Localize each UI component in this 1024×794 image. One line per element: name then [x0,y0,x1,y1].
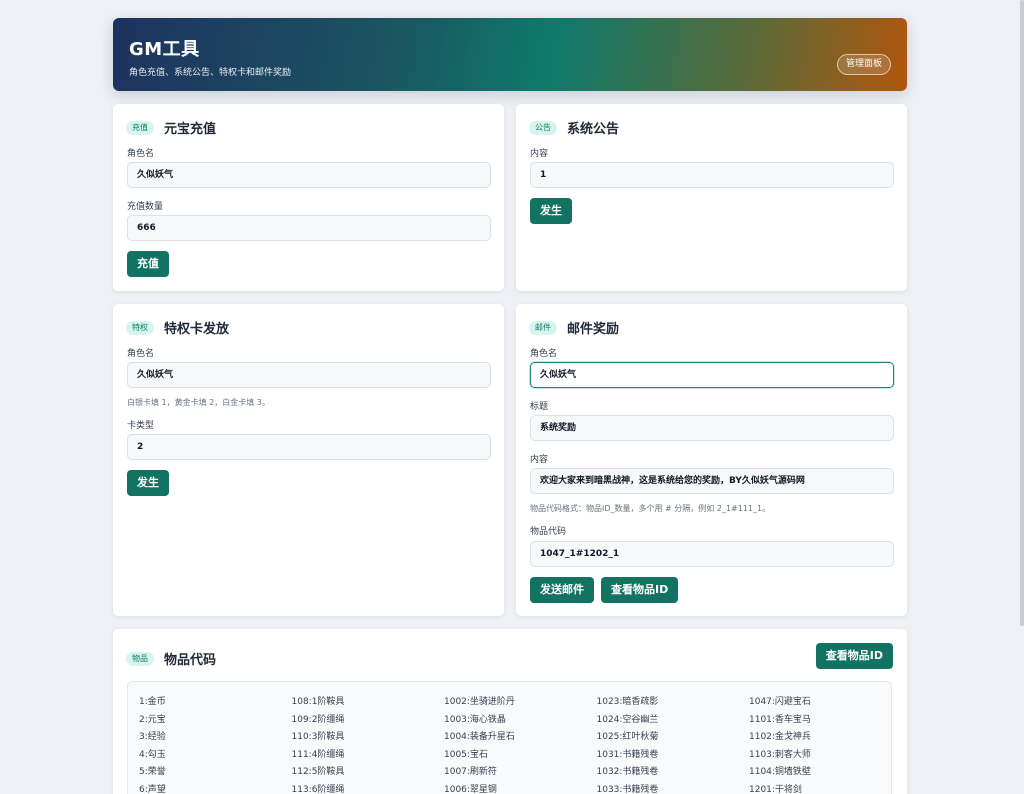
item-code-entry: 4:勾玉 [139,749,166,760]
item-code-entry: 1007:刷新符 [444,767,497,777]
item-code-entry: 1033:书籍残卷 [596,784,659,794]
item-code-entry: 109:2阶缰绳 [291,714,345,725]
item-code-entry: 1102:金戈神兵 [749,732,811,742]
item-code-column: 108:1阶鞍具 109:2阶缰绳 110:3阶鞍具 111:4阶缰绳 112:5阶鞍具… [292,694,445,794]
mail-lookup-item-id-button[interactable]: 查看物品ID [601,577,679,603]
recharge-role-input[interactable]: 久似妖气 [127,162,491,188]
item-code-grid: 1:金币 2:元宝 3:经验 4:勾玉 5:荣誉 6:声望 108:1阶鞍具 109:2阶缰绳… [139,694,902,794]
page-scrollbar[interactable] [1020,0,1024,626]
item-code-entry: 1025:红叶秋菊 [596,732,659,742]
item-code-column: 1:金币 2:元宝 3:经验 4:勾玉 5:荣誉 6:声望 [139,694,292,794]
item-codes-tag: 物品 [126,651,154,666]
gm-tool-page: GM工具 角色充值、系统公告、特权卡和邮件奖励 管理面板 充值 元宝充值 角色名… [113,18,907,794]
privilege-hint: 白银卡填 1，黄金卡填 2，白金卡填 3。 [127,398,270,407]
privilege-card-header: 特权 特权卡发放 [126,318,229,337]
recharge-amount-input[interactable]: 666 [127,215,491,241]
item-code-entry: 1032:书籍残卷 [596,767,659,777]
item-code-entry: 1003:海心铁晶 [444,714,506,725]
notice-card-header: 公告 系统公告 [529,118,619,137]
recharge-amount-label: 充值数量 [127,202,164,212]
item-code-entry: 1031:书籍残卷 [596,749,659,760]
item-code-entry: 5:荣誉 [139,767,166,777]
mail-subject-input[interactable]: 系统奖励 [530,415,894,441]
mail-content-label: 内容 [530,455,549,465]
item-code-entry: 1024:空谷幽兰 [596,714,659,725]
item-codes-card: 物品 物品代码 查看物品ID 1:金币 2:元宝 3:经验 4:勾玉 5:荣誉 6:声望 1… [113,629,907,794]
lookup-item-id-button[interactable]: 查看物品ID [815,643,893,669]
page-header: GM工具 角色充值、系统公告、特权卡和邮件奖励 管理面板 [113,18,907,91]
item-codes-header: 物品 物品代码 [126,649,216,668]
mail-card-header: 邮件 邮件奖励 [529,318,619,337]
item-code-entry: 111:4阶缰绳 [291,749,345,760]
item-code-entry: 1004:装备升星石 [444,732,515,742]
mail-title: 邮件奖励 [567,322,620,337]
item-code-entry: 1103:刺客大师 [749,749,811,760]
mail-card: 邮件 邮件奖励 角色名 久似妖气 标题 系统奖励 内容 欢迎大家来到暗黑战神，这… [516,304,907,616]
item-code-entry: 1201:干将剑 [749,784,802,794]
item-code-entry: 1023:暗香疏影 [596,697,659,707]
item-code-entry: 112:5阶鞍具 [291,767,345,777]
item-code-entry: 1:金币 [139,697,166,707]
item-code-entry: 1047:闪避宝石 [749,697,811,707]
item-code-entry: 110:3阶鞍具 [291,732,345,742]
mail-code-hint: 物品代码格式：物品ID_数量，多个用 # 分隔，例如 2_1#111_1。 [530,504,771,513]
item-code-entry: 2:元宝 [139,714,166,725]
mail-code-input[interactable]: 1047_1#1202_1 [530,541,894,567]
privilege-tag: 特权 [126,320,154,335]
card-type-input[interactable]: 2 [127,434,491,460]
notice-content-input[interactable]: 1 [530,162,894,188]
item-code-entry: 113:6阶缰绳 [291,784,345,794]
privilege-role-label: 角色名 [127,349,155,359]
notice-content-label: 内容 [530,149,549,159]
privilege-title: 特权卡发放 [164,322,230,337]
recharge-role-label: 角色名 [127,149,155,159]
send-mail-button[interactable]: 发送邮件 [530,577,594,603]
notice-tag: 公告 [529,120,557,135]
item-code-column: 1002:坐骑进阶丹 1003:海心铁晶 1004:装备升星石 1005:宝石 1007… [444,694,597,794]
item-code-entry: 1006:翠星钢 [444,784,497,794]
notice-send-button[interactable]: 发生 [530,198,572,224]
mail-subject-label: 标题 [530,402,549,412]
item-code-entry: 6:声望 [139,784,166,794]
mail-role-input[interactable]: 久似妖气 [530,362,894,388]
mail-content-input[interactable]: 欢迎大家来到暗黑战神，这是系统给您的奖励，BY久似妖气源码网 [530,468,894,494]
item-code-column: 1023:暗香疏影 1024:空谷幽兰 1025:红叶秋菊 1031:书籍残卷 1032… [597,694,750,794]
mail-code-label: 物品代码 [530,527,567,537]
notice-title: 系统公告 [567,122,620,137]
admin-panel-button[interactable]: 管理面板 [836,54,891,75]
recharge-button[interactable]: 充值 [127,251,169,277]
item-code-list: 1:金币 2:元宝 3:经验 4:勾玉 5:荣誉 6:声望 108:1阶鞍具 109:2阶缰绳… [127,681,892,794]
item-code-entry: 1101:香车宝马 [749,714,811,725]
item-codes-title: 物品代码 [164,653,217,668]
recharge-tag: 充值 [126,120,154,135]
recharge-title: 元宝充值 [164,122,217,137]
mail-role-label: 角色名 [530,349,558,359]
item-code-entry: 3:经验 [139,732,166,742]
card-type-label: 卡类型 [127,421,155,431]
item-code-column: 1047:闪避宝石 1101:香车宝马 1102:金戈神兵 1103:刺客大师 1104… [749,694,902,794]
item-code-entry: 1002:坐骑进阶丹 [444,697,515,707]
recharge-card-header: 充值 元宝充值 [126,118,216,137]
page-title: GM工具 [129,39,200,60]
notice-card: 公告 系统公告 内容 1 发生 [516,104,907,291]
recharge-card: 充值 元宝充值 角色名 久似妖气 充值数量 666 充值 [113,104,504,291]
privilege-role-input[interactable]: 久似妖气 [127,362,491,388]
page-subtitle: 角色充值、系统公告、特权卡和邮件奖励 [129,68,292,78]
privilege-send-button[interactable]: 发生 [127,470,169,496]
item-code-entry: 1104:铜墙铁壁 [749,767,811,777]
mail-tag: 邮件 [529,320,557,335]
item-code-entry: 108:1阶鞍具 [291,697,345,707]
item-code-entry: 1005:宝石 [444,749,488,760]
privilege-card: 特权 特权卡发放 角色名 久似妖气 白银卡填 1，黄金卡填 2，白金卡填 3。 … [113,304,504,616]
